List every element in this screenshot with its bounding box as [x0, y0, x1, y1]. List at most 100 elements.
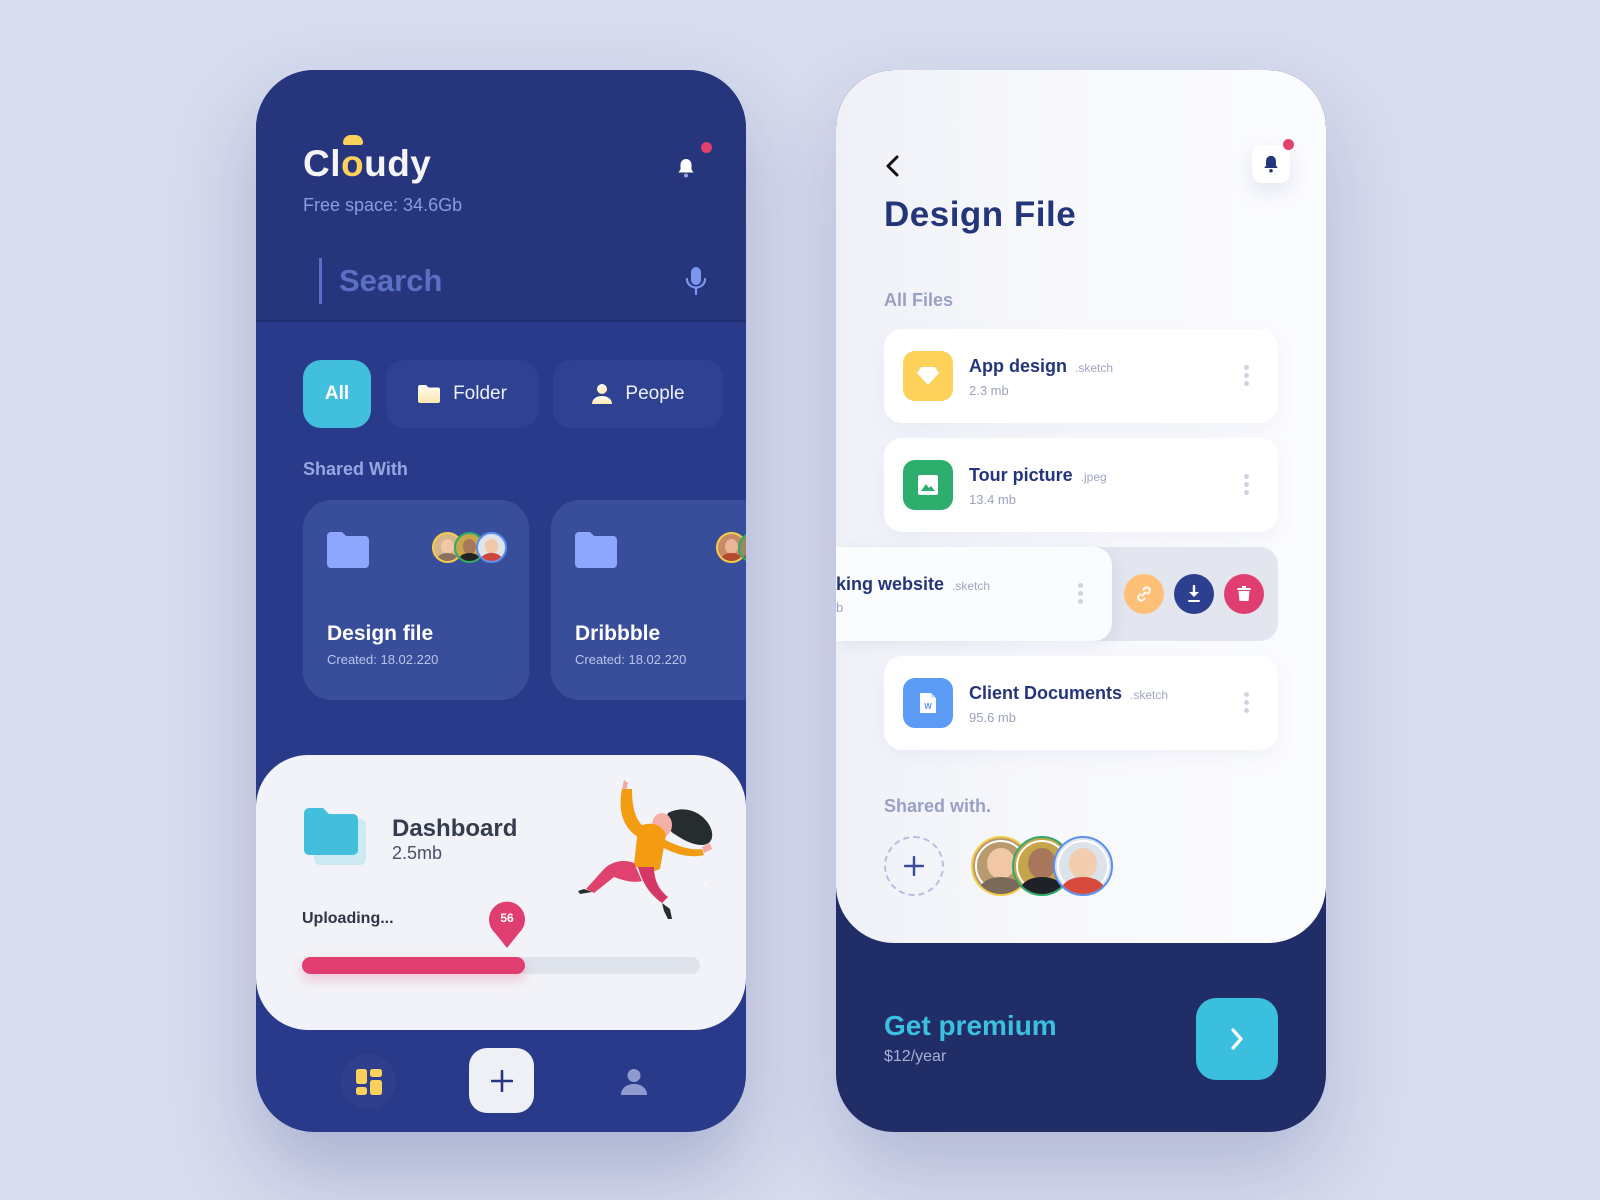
bottom-navigation — [256, 1048, 746, 1118]
shared-with-heading: Shared With — [303, 459, 408, 479]
tab-all[interactable]: All — [303, 360, 371, 428]
upload-card: Dashboard 2.5mb Uploading... 56 — [256, 755, 746, 1030]
logo-cloud-o: o — [341, 135, 364, 184]
more-options-icon[interactable] — [1078, 583, 1084, 607]
file-size: 95.6 mb — [969, 710, 1016, 725]
shared-avatars — [716, 532, 746, 563]
logo-suffix: udy — [364, 143, 432, 184]
page-title: Design File — [884, 195, 1077, 234]
tab-people-label: People — [625, 383, 685, 404]
progress-value-pin: 56 — [488, 901, 526, 949]
more-options-icon[interactable] — [1244, 692, 1250, 716]
file-size: 13.4 mb — [969, 492, 1016, 507]
file-row[interactable]: W Client Documents .sketch 95.6 mb — [884, 656, 1278, 750]
shared-folders-carousel: Design file Created: 18.02.220 Dribbble … — [303, 500, 746, 700]
download-button[interactable] — [1174, 574, 1214, 614]
folder-name: Design file — [327, 622, 434, 645]
file-size: 2.3 mb — [969, 383, 1009, 398]
nav-add-button[interactable] — [469, 1048, 534, 1113]
file-name: Client Documents .sketch — [969, 683, 1169, 703]
search-input[interactable] — [339, 260, 639, 302]
search-cursor — [319, 258, 322, 304]
plus-icon — [490, 1069, 513, 1092]
chevron-right-icon — [1231, 1028, 1243, 1050]
swiped-file-row: king website .sketch b — [836, 547, 1278, 641]
get-premium-button[interactable] — [1196, 998, 1278, 1080]
link-icon — [1137, 586, 1151, 602]
folder-icon — [327, 532, 369, 568]
more-options-icon[interactable] — [1244, 474, 1250, 498]
upload-file-name: Dashboard — [392, 815, 518, 842]
bell-icon — [678, 159, 694, 178]
more-options-icon[interactable] — [1244, 365, 1250, 389]
svg-text:W: W — [924, 702, 932, 711]
free-space-label: Free space: 34.6Gb — [303, 195, 463, 215]
upload-progress-bar — [302, 957, 700, 974]
word-doc-icon: W — [920, 693, 936, 713]
upload-file-size: 2.5mb — [392, 843, 443, 863]
notifications-button[interactable] — [1252, 139, 1294, 183]
upload-progress-fill — [302, 957, 525, 974]
file-list-sheet: Design File All Files App design .sketch … — [836, 70, 1326, 943]
microphone-icon[interactable] — [683, 266, 709, 296]
folder-icon — [304, 808, 366, 865]
file-name: Tour picture .jpeg — [969, 465, 1107, 485]
shared-avatars — [971, 836, 1113, 896]
notification-badge — [701, 142, 712, 153]
premium-title: Get premium — [884, 1010, 1057, 1041]
nav-profile-button[interactable] — [606, 1054, 661, 1109]
dashboard-icon — [355, 1068, 382, 1095]
trash-icon — [1237, 586, 1251, 601]
person-icon — [620, 1068, 647, 1095]
file-row[interactable]: App design .sketch 2.3 mb — [884, 329, 1278, 423]
add-collaborator-button[interactable] — [884, 836, 944, 896]
upload-status: Uploading... — [302, 910, 394, 927]
folder-created-date: Created: 18.02.220 — [327, 652, 439, 667]
file-extension: .sketch — [1075, 361, 1114, 375]
bell-icon — [1264, 155, 1278, 173]
plus-icon — [904, 856, 924, 876]
folder-icon — [418, 385, 441, 403]
tab-all-label: All — [324, 383, 350, 404]
filter-tabs: All Folder People — [303, 360, 723, 428]
notification-badge — [1283, 139, 1294, 150]
download-icon — [1188, 585, 1200, 602]
file-extension: .sketch — [952, 579, 991, 593]
home-header: Cl oudy Free space: 34.6Gb — [256, 70, 746, 322]
shared-with-heading: Shared with. — [884, 796, 992, 816]
image-icon — [918, 475, 938, 495]
folder-icon — [575, 532, 617, 568]
file-row[interactable]: Tour picture .jpeg 13.4 mb — [884, 438, 1278, 532]
file-row[interactable]: king website .sketch b — [836, 547, 1112, 641]
shared-folder-card[interactable]: Dribbble Created: 18.02.220 — [551, 500, 746, 700]
all-files-heading: All Files — [884, 290, 954, 310]
notifications-button[interactable] — [666, 142, 712, 188]
app-logo: Cl oudy — [303, 135, 432, 185]
nav-dashboard-button[interactable] — [341, 1054, 396, 1109]
progress-value: 56 — [500, 911, 514, 925]
shared-avatars — [432, 532, 507, 563]
file-extension: .sketch — [1130, 688, 1169, 702]
file-name: App design .sketch — [969, 356, 1114, 376]
shared-folder-card[interactable]: Design file Created: 18.02.220 — [303, 500, 529, 700]
pin-marker-icon — [489, 901, 525, 948]
copy-link-button[interactable] — [1124, 574, 1164, 614]
folder-name: Dribbble — [575, 622, 661, 645]
file-size: b — [836, 600, 844, 615]
tab-folder[interactable]: Folder — [386, 360, 538, 428]
cloudy-home-screen: Cloudy Free space: 34.6Gb All — [256, 70, 746, 1132]
design-file-screen: Design File All Files App design .sketch … — [836, 70, 1326, 1132]
sketch-icon — [917, 367, 939, 385]
jumping-girl-illustration — [578, 780, 713, 919]
file-type-badge — [903, 351, 953, 401]
back-arrow-icon[interactable] — [880, 152, 908, 180]
delete-button[interactable] — [1224, 574, 1264, 614]
tab-people[interactable]: People — [553, 360, 723, 428]
avatar — [476, 532, 507, 563]
person-icon — [592, 384, 613, 404]
file-type-badge: W — [903, 678, 953, 728]
avatar[interactable] — [1053, 836, 1113, 896]
file-extension: .jpeg — [1080, 470, 1107, 484]
folder-created-date: Created: 18.02.220 — [575, 652, 687, 667]
search-bar — [319, 258, 709, 306]
